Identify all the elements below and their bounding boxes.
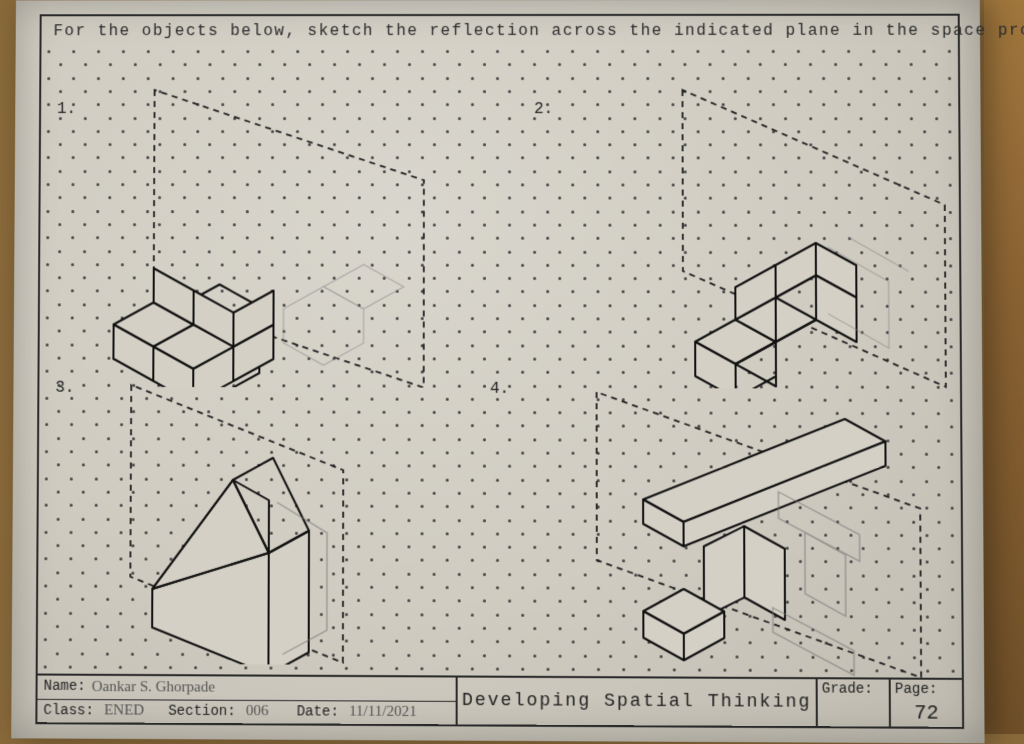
page-label: Page: [891,680,962,702]
work-area: // placeholder – dots generated below af… [38,50,962,680]
figure-3 [82,371,474,666]
grade-value [818,701,889,727]
date-value: 11/11/2021 [349,704,417,722]
worksheet-paper: For the objects below, sketch the reflec… [11,0,984,743]
title-block-page: Page: 72 [891,680,962,727]
title-block: Name: Oankar S. Ghorpade Class: ENED Sec… [37,674,962,727]
class-label: Class: [43,703,94,719]
date-label: Date: [297,704,339,720]
section-value: 006 [246,703,269,720]
page-value: 72 [891,701,962,727]
desk-surface [984,0,1024,734]
name-label: Name: [44,679,86,695]
name-value: Oankar S. Ghorpade [92,679,215,697]
figure-2 [586,86,960,389]
question-number-1: 1. [57,100,76,118]
instruction-text: For the objects below, sketch the reflec… [53,22,945,40]
figure-4 [546,372,962,678]
section-label: Section: [168,703,236,720]
figure-1 [83,86,504,388]
title-block-grade: Grade: [818,679,891,726]
title-block-left: Name: Oankar S. Ghorpade Class: ENED Sec… [37,676,457,725]
grade-label: Grade: [818,679,889,701]
question-number-2: 2. [534,100,553,118]
class-value: ENED [104,702,144,719]
question-number-3: 3. [55,379,74,397]
title-block-center: Developing Spatial Thinking [458,678,818,727]
page-border: For the objects below, sketch the reflec… [35,14,964,729]
